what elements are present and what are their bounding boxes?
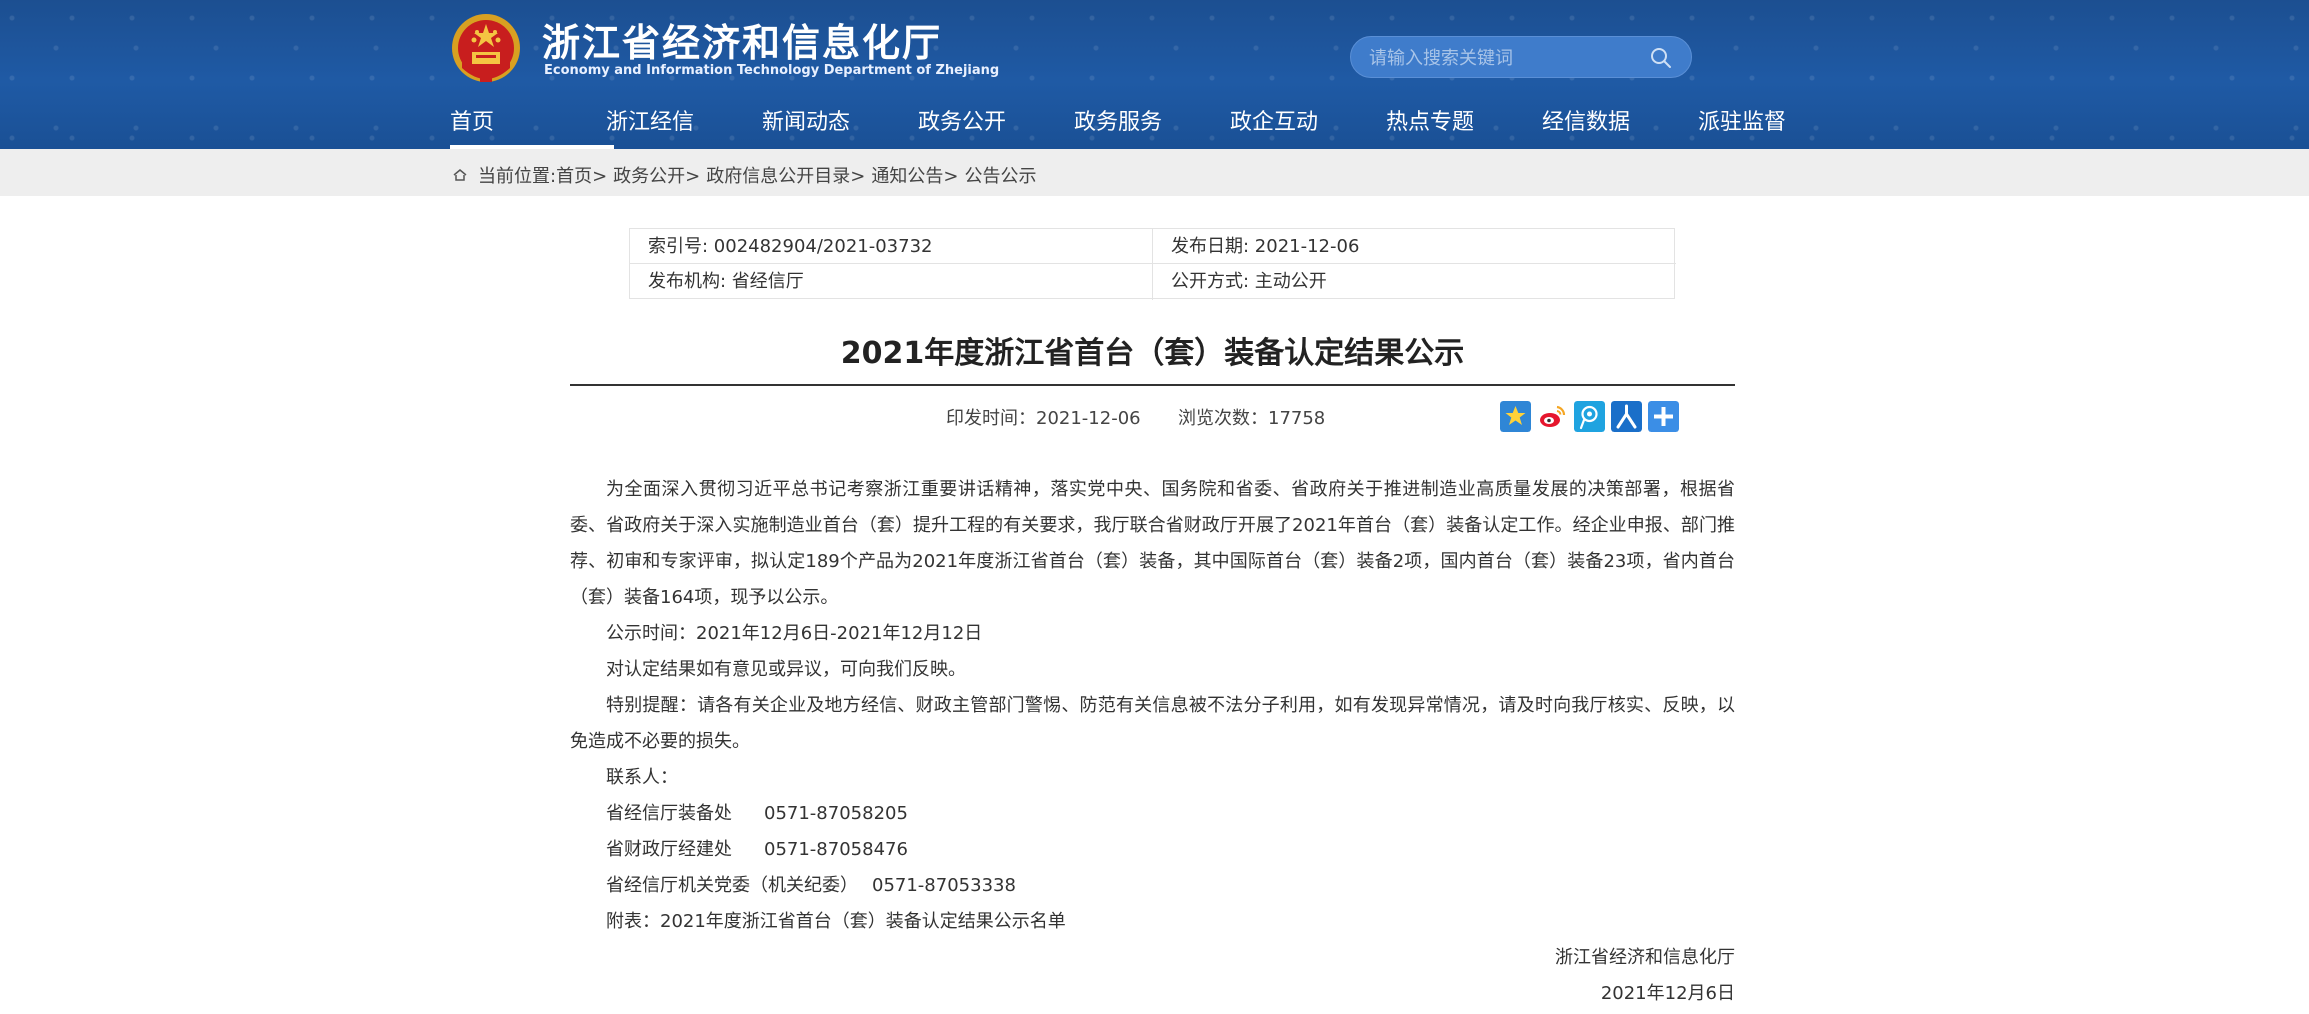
publish-date: 发布日期: 2021-12-06 (1171, 236, 1360, 257)
breadcrumb-gov-open[interactable]: 政务公开> (613, 162, 700, 188)
favorite-icon[interactable] (1500, 401, 1531, 432)
more-share-icon[interactable] (1648, 401, 1679, 432)
contact-phone: 0571-87058205 (764, 803, 908, 824)
article-body: 为全面深入贯彻习近平总书记考察浙江重要讲话精神，落实党中央、国务院和省委、省政府… (570, 472, 1735, 1012)
breadcrumb-bar: 当前位置: 首页> 政务公开> 政府信息公开目录> 通知公告> 公告公示 (0, 149, 2309, 196)
nav-item-zhejiang-jingxin[interactable]: 浙江经信 (606, 104, 762, 149)
search-input[interactable] (1369, 46, 1639, 70)
print-time: 印发时间：2021-12-06 (946, 408, 1141, 429)
title-divider (570, 384, 1735, 386)
contact-phone: 0571-87058476 (764, 839, 908, 860)
feedback-note: 对认定结果如有意见或异议，可向我们反映。 (606, 659, 966, 680)
contact-dept: 省经信厅机关党委（机关纪委） (606, 875, 858, 896)
site-title-english: Economy and Information Technology Depar… (544, 63, 1000, 78)
breadcrumb-announcements[interactable]: 公告公示 (964, 162, 1036, 188)
nav-item-home[interactable]: 首页 (450, 104, 614, 149)
national-emblem-icon (452, 14, 520, 82)
nav-item-gov-open[interactable]: 政务公开 (918, 104, 1074, 149)
site-title-chinese[interactable]: 浙江省经济和信息化厅 (542, 12, 942, 67)
contact-item: 省经信厅装备处 0571-87058205 (570, 796, 1735, 832)
publisher: 发布机构: 省经信厅 (648, 271, 804, 292)
open-mode: 公开方式: 主动公开 (1171, 271, 1327, 292)
breadcrumb-catalog[interactable]: 政府信息公开目录> (706, 162, 865, 188)
search-box (1350, 36, 1692, 78)
home-icon (453, 169, 467, 181)
tencent-weibo-icon[interactable] (1574, 401, 1605, 432)
document-meta-table: 索引号: 002482904/2021-03732 发布日期: 2021-12-… (629, 228, 1676, 300)
nav-item-supervision[interactable]: 派驻监督 (1698, 104, 1818, 149)
nav-item-topics[interactable]: 热点专题 (1386, 104, 1542, 149)
meta-row: 索引号: 002482904/2021-03732 发布日期: 2021-12-… (630, 229, 1676, 264)
nav-item-news[interactable]: 新闻动态 (762, 104, 918, 149)
contact-dept: 省经信厅装备处 (606, 803, 732, 824)
intro-paragraph: 为全面深入贯彻习近平总书记考察浙江重要讲话精神，落实党中央、国务院和省委、省政府… (570, 479, 1735, 608)
attachment-link[interactable]: 附表：2021年度浙江省首台（套）装备认定结果公示名单 (570, 904, 1735, 940)
breadcrumb: 当前位置: 首页> 政务公开> 政府信息公开目录> 通知公告> 公告公示 (452, 162, 1036, 188)
weibo-icon[interactable] (1537, 401, 1568, 432)
site-header: 浙江省经济和信息化厅 Economy and Information Techn… (0, 0, 2309, 149)
contact-item: 省财政厅经建处 0571-87058476 (570, 832, 1735, 868)
main-nav: 首页 浙江经信 新闻动态 政务公开 政务服务 政企互动 热点专题 经信数据 派驻… (450, 104, 1818, 149)
renren-icon[interactable] (1611, 401, 1642, 432)
signature-org: 浙江省经济和信息化厅 (1555, 947, 1735, 968)
share-toolbar (1500, 401, 1679, 432)
view-count: 浏览次数：17758 (1178, 408, 1326, 429)
nav-item-data[interactable]: 经信数据 (1542, 104, 1698, 149)
contact-item: 省经信厅机关党委（机关纪委） 0571-87053338 (570, 868, 1735, 904)
notice-period: 公示时间：2021年12月6日-2021年12月12日 (606, 623, 983, 644)
nav-item-gov-service[interactable]: 政务服务 (1074, 104, 1230, 149)
search-icon[interactable] (1649, 46, 1673, 70)
article-title: 2021年度浙江省首台（套）装备认定结果公示 (840, 336, 1465, 371)
breadcrumb-home[interactable]: 首页> (556, 162, 607, 188)
breadcrumb-prefix: 当前位置: (478, 166, 557, 187)
contact-dept: 省财政厅经建处 (606, 839, 732, 860)
special-reminder: 特别提醒：请各有关企业及地方经信、财政主管部门警惕、防范有关信息被不法分子利用，… (570, 695, 1735, 752)
contacts-label: 联系人： (606, 767, 678, 788)
nav-item-interaction[interactable]: 政企互动 (1230, 104, 1386, 149)
signature-date: 2021年12月6日 (1600, 983, 1735, 1004)
index-number: 索引号: 002482904/2021-03732 (648, 236, 933, 257)
meta-row: 发布机构: 省经信厅 公开方式: 主动公开 (630, 264, 1676, 299)
breadcrumb-notices[interactable]: 通知公告> (871, 162, 958, 188)
contact-phone: 0571-87053338 (872, 875, 1016, 896)
